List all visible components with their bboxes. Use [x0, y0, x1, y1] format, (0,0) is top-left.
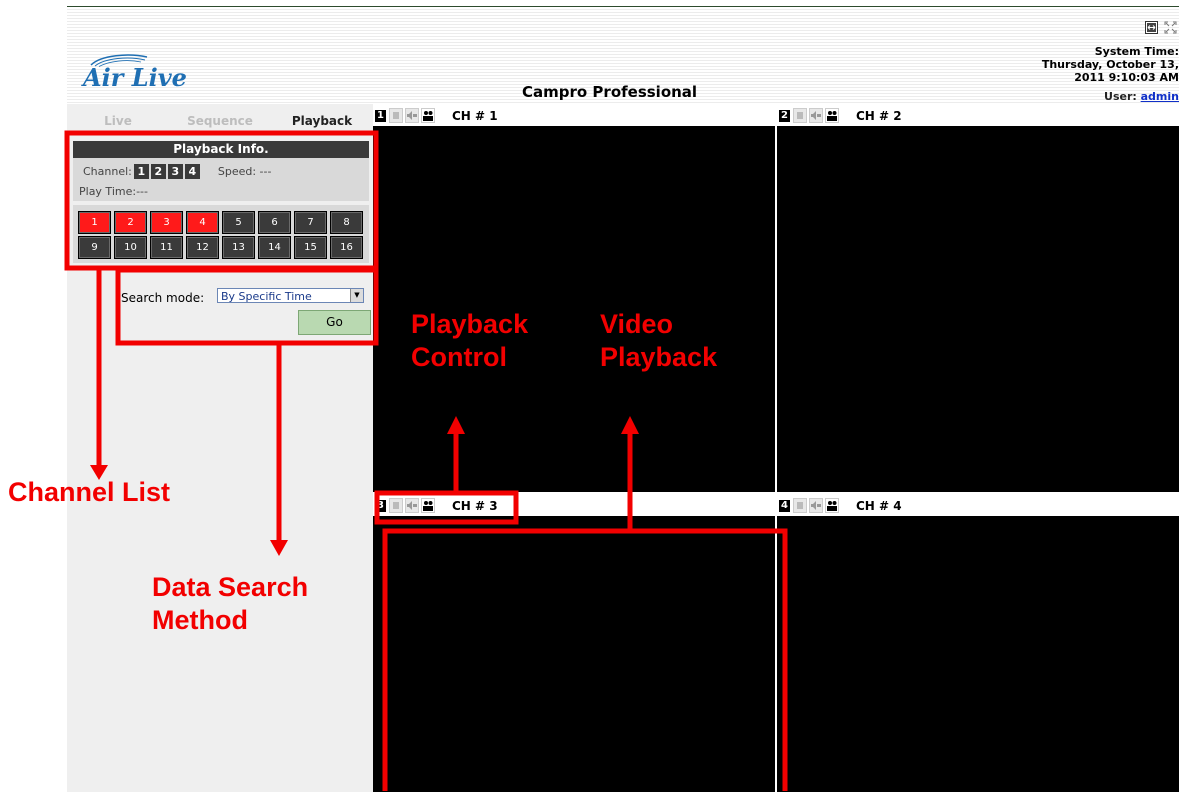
- annotation-line: Method: [152, 605, 248, 635]
- annotation-line: Video: [600, 309, 674, 339]
- annotation-line: Data Search: [152, 572, 309, 602]
- data-search-annotation: Data Search Method: [152, 571, 308, 637]
- annotation-line: Control: [411, 342, 507, 372]
- video-playback-annotation: Video Playback: [600, 308, 717, 374]
- playback-control-arrowhead: [447, 416, 465, 434]
- search-method-highlight-box: [115, 267, 379, 346]
- annotation-overlay: [64, 130, 788, 791]
- annotation-line: Playback: [600, 342, 718, 372]
- annotation-line: Channel List: [8, 477, 171, 507]
- playback-control-annotation: Playback Control: [411, 308, 528, 374]
- channel-list-annotation: Channel List: [8, 476, 170, 509]
- playback-control-highlight-box: [374, 490, 519, 525]
- search-method-arrowhead: [270, 540, 288, 556]
- video-playback-highlight-box: [382, 528, 788, 791]
- channel-list-highlight-box: [64, 130, 379, 271]
- video-playback-arrowhead: [621, 416, 639, 434]
- annotation-line: Playback: [411, 309, 529, 339]
